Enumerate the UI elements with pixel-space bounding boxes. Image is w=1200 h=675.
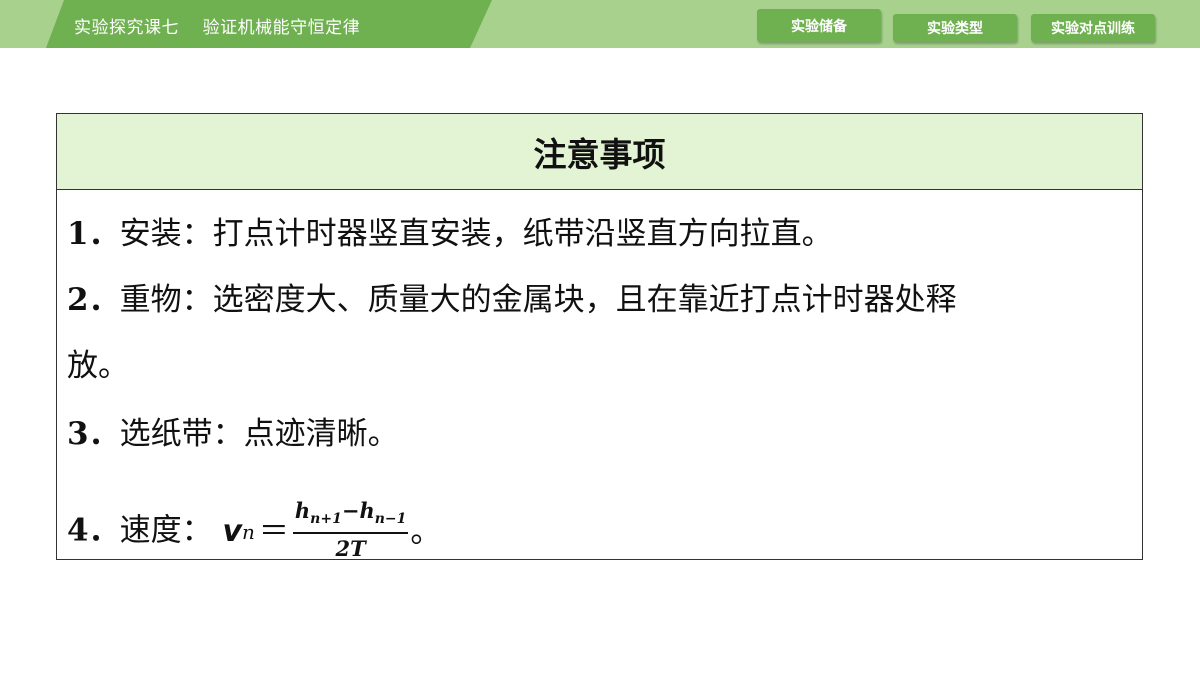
formula-denominator: 2T bbox=[335, 536, 366, 562]
notes-panel: 注意事项 1．安装：打点计时器竖直安装，纸带沿竖直方向拉直。 2．重物：选密度大… bbox=[56, 113, 1143, 562]
note-number: 3． bbox=[67, 416, 120, 452]
velocity-formula: vn ＝ hn+1−hn−1 2T 。 bbox=[222, 498, 442, 562]
note-text: 安装：打点计时器竖直安装，纸带沿竖直方向拉直。 bbox=[119, 216, 833, 252]
numerator-minus: − bbox=[341, 498, 360, 523]
formula-equals: ＝ bbox=[258, 514, 289, 550]
numerator-sub2: n−1 bbox=[374, 511, 407, 528]
note-item-2-continued: 放。 bbox=[67, 346, 129, 386]
note-number: 4． bbox=[67, 512, 120, 549]
numerator-h2: h bbox=[359, 498, 375, 523]
notes-panel-title: 注意事项 bbox=[533, 134, 666, 174]
note-item-2: 2．重物：选密度大、质量大的金属块，且在靠近打点计时器处释 bbox=[67, 280, 957, 320]
note-text: 选纸带：点迹清晰。 bbox=[119, 416, 399, 452]
nav-button-training[interactable]: 实验对点训练 bbox=[1031, 14, 1155, 42]
numerator-sub1: n+1 bbox=[310, 511, 342, 528]
formula-fraction: hn+1−hn−1 2T bbox=[292, 498, 409, 562]
note-item-1: 1．安装：打点计时器竖直安装，纸带沿竖直方向拉直。 bbox=[67, 214, 833, 254]
formula-subscript: n bbox=[242, 520, 255, 545]
formula-period: 。 bbox=[410, 514, 442, 551]
page-title: 实验探究课七 验证机械能守恒定律 bbox=[74, 18, 361, 38]
note-text: 速度： bbox=[119, 512, 213, 549]
formula-numerator: hn+1−hn−1 bbox=[292, 498, 409, 535]
nav-button-types[interactable]: 实验类型 bbox=[893, 14, 1017, 42]
note-item-4: 4．速度： vn ＝ hn+1−hn−1 2T 。 bbox=[67, 498, 442, 562]
note-item-3: 3．选纸带：点迹清晰。 bbox=[67, 414, 399, 454]
nav-button-preparation[interactable]: 实验储备 bbox=[757, 9, 881, 42]
formula-variable: v bbox=[222, 514, 242, 550]
note-number: 2． bbox=[67, 282, 120, 318]
numerator-h1: h bbox=[294, 498, 311, 523]
note-text: 重物：选密度大、质量大的金属块，且在靠近打点计时器处释 bbox=[119, 282, 957, 318]
note-text-continued: 放。 bbox=[67, 348, 129, 384]
notes-panel-header: 注意事项 bbox=[57, 114, 1142, 190]
note-number: 1． bbox=[67, 216, 120, 252]
